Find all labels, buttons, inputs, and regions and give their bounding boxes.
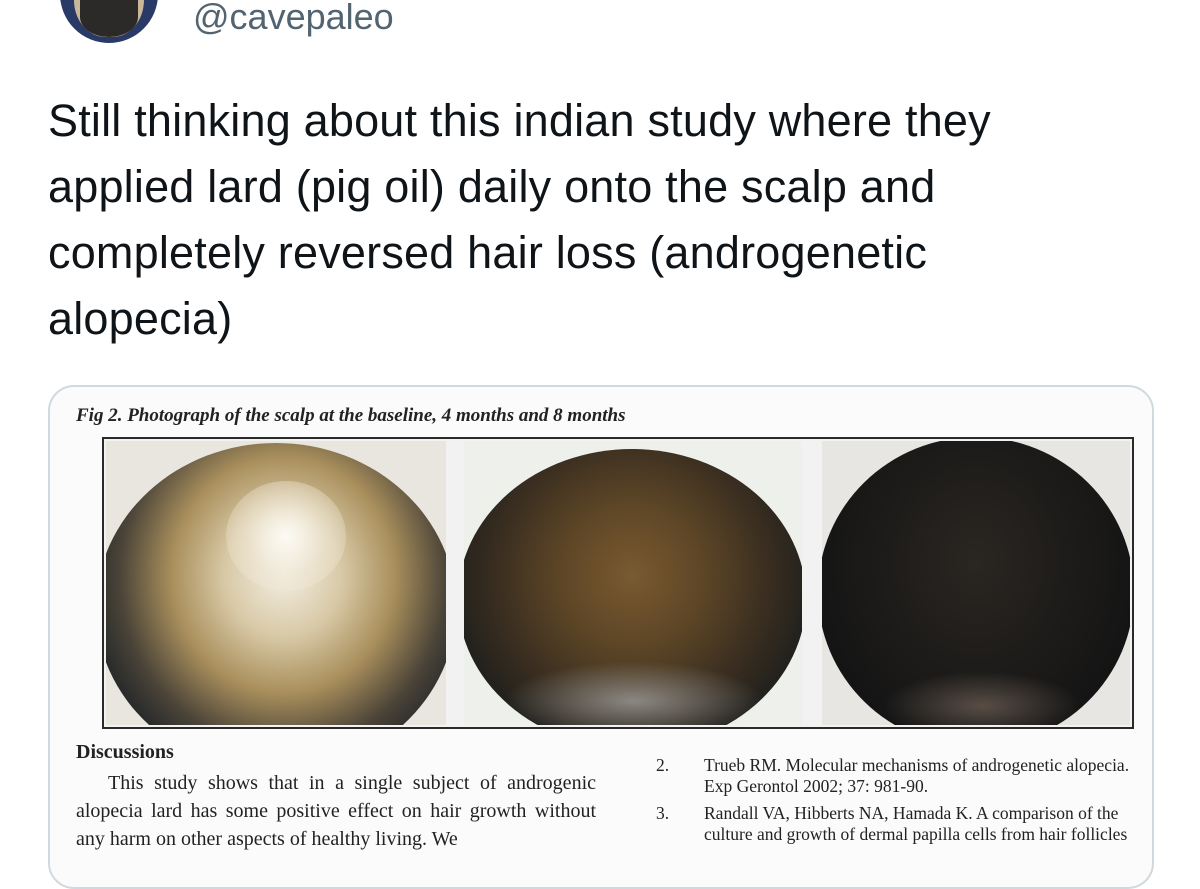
tweet-text: Still thinking about this indian study w… — [48, 95, 991, 344]
reference-text: Randall VA, Hibberts NA, Hamada K. A com… — [704, 803, 1128, 844]
scalp-photo-4-months — [464, 441, 802, 725]
author-handle[interactable]: @cavepaleo — [193, 0, 394, 40]
tweet-media-image[interactable]: Fig 2. Photograph of the scalp at the ba… — [48, 385, 1154, 889]
scalp-photo-baseline — [106, 441, 446, 725]
scalp-photo-strip — [102, 437, 1134, 729]
reference-item: 3. Randall VA, Hibberts NA, Hamada K. A … — [656, 803, 1152, 845]
discussion-paragraph: This study shows that in a single subjec… — [76, 772, 596, 850]
reference-text: Trueb RM. Molecular mechanisms of androg… — [704, 755, 1130, 796]
paper-page: Fig 2. Photograph of the scalp at the ba… — [50, 387, 1152, 887]
scalp-photo-8-months — [822, 441, 1130, 725]
figure-caption: Fig 2. Photograph of the scalp at the ba… — [76, 405, 626, 426]
author-avatar[interactable] — [60, 0, 158, 43]
discussion-heading: Discussions — [76, 741, 174, 763]
reference-number: 3. — [656, 803, 670, 823]
reference-number: 2. — [656, 755, 670, 775]
reference-item: 2. Trueb RM. Molecular mechanisms of and… — [656, 755, 1152, 797]
avatar-beard — [80, 0, 138, 37]
reference-list: 2. Trueb RM. Molecular mechanisms of and… — [656, 755, 1152, 851]
